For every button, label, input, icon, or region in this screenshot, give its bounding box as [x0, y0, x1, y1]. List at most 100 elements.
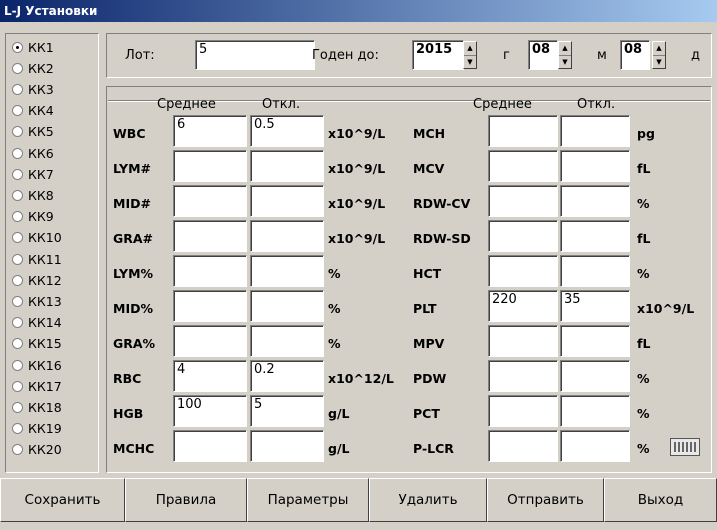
- expiry-year-input[interactable]: 2015: [412, 40, 464, 70]
- radio-button[interactable]: [12, 168, 23, 180]
- deviation-input[interactable]: [250, 150, 324, 182]
- deviation-input[interactable]: 5: [250, 395, 324, 427]
- qc-group-radio[interactable]: КК20: [12, 442, 62, 457]
- deviation-input[interactable]: [560, 325, 630, 357]
- keyboard-icon[interactable]: [670, 438, 700, 456]
- qc-group-radio[interactable]: КК8: [12, 188, 54, 203]
- deviation-input[interactable]: [560, 430, 630, 462]
- deviation-input[interactable]: [250, 325, 324, 357]
- qc-group-radio[interactable]: КК2: [12, 61, 54, 76]
- radio-button[interactable]: [12, 41, 23, 53]
- qc-group-radio[interactable]: КК1: [12, 40, 54, 55]
- spin-up-icon[interactable]: ▲: [653, 42, 665, 55]
- deviation-input[interactable]: [250, 220, 324, 252]
- mean-input[interactable]: 100: [173, 395, 247, 427]
- deviation-input[interactable]: [560, 220, 630, 252]
- mean-input[interactable]: [488, 220, 558, 252]
- qc-group-radio[interactable]: КК3: [12, 82, 54, 97]
- send-button[interactable]: Отправить: [487, 478, 604, 522]
- mean-input[interactable]: [488, 150, 558, 182]
- expiry-day-input[interactable]: 08: [620, 40, 650, 70]
- mean-input[interactable]: [173, 220, 247, 252]
- save-button[interactable]: Сохранить: [0, 478, 125, 522]
- lot-input[interactable]: 5: [195, 40, 315, 70]
- radio-button[interactable]: [12, 83, 23, 95]
- spin-up-icon[interactable]: ▲: [559, 42, 571, 55]
- mean-input[interactable]: [173, 325, 247, 357]
- deviation-input[interactable]: [560, 115, 630, 147]
- qc-group-radio[interactable]: КК4: [12, 103, 54, 118]
- qc-group-radio[interactable]: КК10: [12, 230, 62, 245]
- qc-group-radio[interactable]: КК19: [12, 421, 62, 436]
- radio-button[interactable]: [12, 423, 23, 435]
- mean-input[interactable]: [173, 290, 247, 322]
- radio-button[interactable]: [12, 444, 23, 456]
- deviation-input[interactable]: [250, 255, 324, 287]
- qc-group-radio[interactable]: КК18: [12, 400, 62, 415]
- mean-input[interactable]: [488, 255, 558, 287]
- spin-down-icon[interactable]: ▼: [653, 55, 665, 69]
- mean-input[interactable]: [173, 185, 247, 217]
- deviation-input[interactable]: [560, 150, 630, 182]
- qc-group-radio[interactable]: КК14: [12, 315, 62, 330]
- radio-button[interactable]: [12, 295, 23, 307]
- deviation-input[interactable]: [560, 185, 630, 217]
- radio-button[interactable]: [12, 401, 23, 413]
- qc-group-radio[interactable]: КК16: [12, 358, 62, 373]
- deviation-input[interactable]: 0.5: [250, 115, 324, 147]
- mean-input[interactable]: 220: [488, 290, 558, 322]
- deviation-input[interactable]: 0.2: [250, 360, 324, 392]
- spin-down-icon[interactable]: ▼: [464, 55, 476, 69]
- deviation-input[interactable]: [560, 360, 630, 392]
- radio-button[interactable]: [12, 253, 23, 265]
- mean-input[interactable]: [488, 185, 558, 217]
- expiry-day-spinner[interactable]: ▲ ▼: [652, 41, 666, 69]
- deviation-input[interactable]: 35: [560, 290, 630, 322]
- deviation-input[interactable]: [250, 430, 324, 462]
- radio-button[interactable]: [12, 380, 23, 392]
- qc-group-radio[interactable]: КК15: [12, 336, 62, 351]
- mean-input[interactable]: [173, 150, 247, 182]
- expiry-month-spinner[interactable]: ▲ ▼: [558, 41, 572, 69]
- qc-group-radio[interactable]: КК9: [12, 209, 54, 224]
- spin-down-icon[interactable]: ▼: [559, 55, 571, 69]
- radio-button[interactable]: [12, 359, 23, 371]
- deviation-input[interactable]: [560, 395, 630, 427]
- qc-group-radio[interactable]: КК7: [12, 167, 54, 182]
- radio-button[interactable]: [12, 105, 23, 117]
- radio-button[interactable]: [12, 274, 23, 286]
- spin-up-icon[interactable]: ▲: [464, 42, 476, 55]
- mean-input[interactable]: [488, 325, 558, 357]
- radio-button[interactable]: [12, 126, 23, 138]
- mean-input[interactable]: [488, 115, 558, 147]
- radio-button[interactable]: [12, 232, 23, 244]
- delete-button[interactable]: Удалить: [369, 478, 487, 522]
- qc-group-radio[interactable]: КК13: [12, 294, 62, 309]
- params-button[interactable]: Параметры: [247, 478, 369, 522]
- deviation-input[interactable]: [250, 290, 324, 322]
- deviation-input[interactable]: [560, 255, 630, 287]
- radio-button[interactable]: [12, 317, 23, 329]
- rules-button[interactable]: Правила: [125, 478, 247, 522]
- exit-button[interactable]: Выход: [604, 478, 717, 522]
- mean-input[interactable]: 4: [173, 360, 247, 392]
- radio-button[interactable]: [12, 211, 23, 223]
- mean-input[interactable]: [488, 430, 558, 462]
- radio-button[interactable]: [12, 147, 23, 159]
- mean-input[interactable]: 6: [173, 115, 247, 147]
- deviation-input[interactable]: [250, 185, 324, 217]
- qc-group-radio[interactable]: КК11: [12, 252, 62, 267]
- qc-group-radio[interactable]: КК17: [12, 379, 62, 394]
- expiry-year-spinner[interactable]: ▲ ▼: [463, 41, 477, 69]
- qc-group-radio[interactable]: КК12: [12, 273, 62, 288]
- radio-button[interactable]: [12, 189, 23, 201]
- radio-button[interactable]: [12, 338, 23, 350]
- mean-input[interactable]: [173, 255, 247, 287]
- mean-input[interactable]: [488, 395, 558, 427]
- mean-input[interactable]: [173, 430, 247, 462]
- radio-button[interactable]: [12, 62, 23, 74]
- qc-group-radio[interactable]: КК5: [12, 124, 54, 139]
- mean-input[interactable]: [488, 360, 558, 392]
- qc-group-radio[interactable]: КК6: [12, 146, 54, 161]
- expiry-month-input[interactable]: 08: [528, 40, 558, 70]
